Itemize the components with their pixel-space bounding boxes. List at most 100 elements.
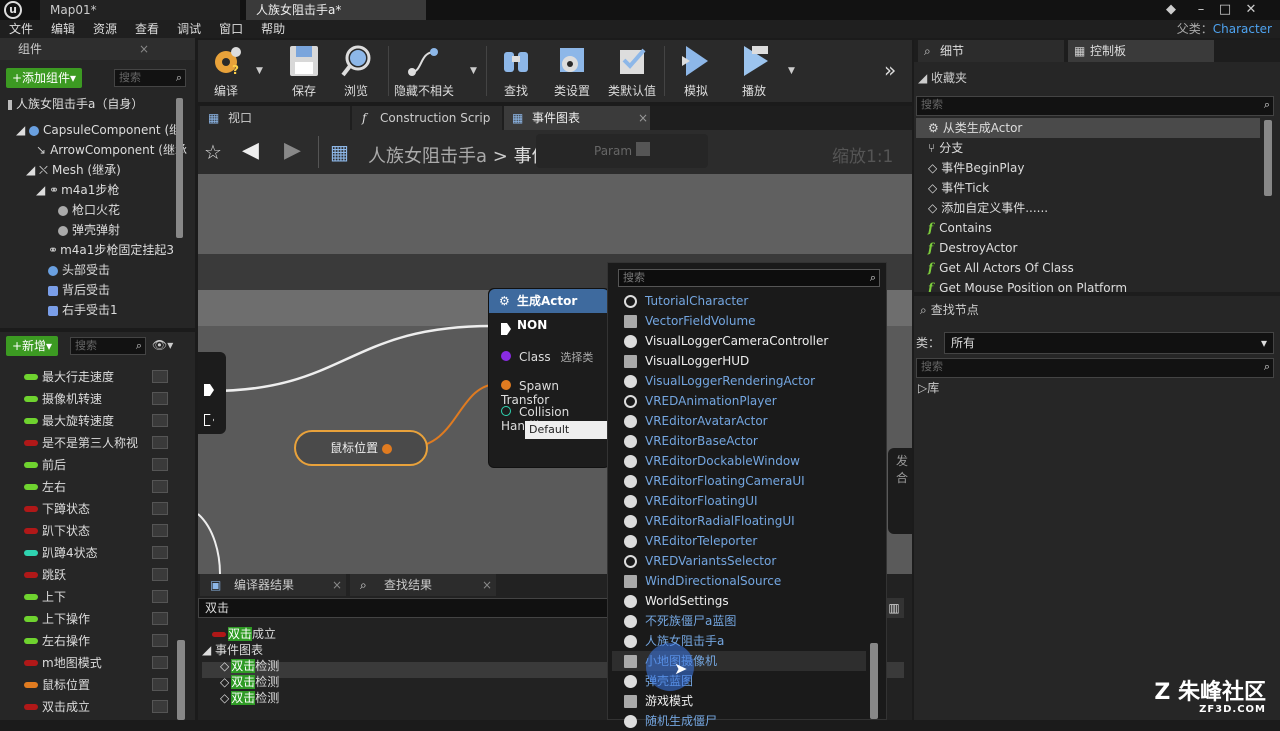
component-item[interactable]: 人族女阻击手a（自身） — [8, 94, 178, 114]
menu-asset[interactable]: 资源 — [84, 20, 126, 38]
menu-file[interactable]: 文件 — [0, 20, 42, 38]
save-button[interactable]: 保存 — [276, 40, 332, 102]
favorite-item[interactable]: ◇ 事件Tick — [928, 178, 989, 198]
variables-scrollbar[interactable] — [177, 640, 185, 720]
find-in-all-icon[interactable]: ▥ — [884, 598, 904, 618]
class-list-item[interactable]: VREditorTeleporter — [624, 531, 757, 551]
favorite-star-icon[interactable]: ☆ — [204, 140, 222, 164]
result-row[interactable]: ◢ 事件图表 — [202, 642, 263, 658]
visibility-eye-icon[interactable] — [152, 568, 168, 581]
visibility-eye-icon[interactable] — [152, 414, 168, 427]
result-row[interactable]: 双击成立 — [212, 626, 276, 642]
find-button[interactable]: 查找 — [488, 40, 544, 102]
visibility-eye-icon[interactable] — [152, 700, 168, 713]
class-list-item[interactable]: 游戏模式 — [624, 691, 693, 711]
favorites-search-input[interactable]: 搜索 ⌕ — [916, 96, 1274, 116]
variable-item[interactable]: m地图模式 — [0, 652, 176, 674]
component-item[interactable]: 弹壳弹射 — [8, 220, 178, 240]
menu-help[interactable]: 帮助 — [252, 20, 294, 38]
notification-icon[interactable]: ◆ — [1160, 0, 1182, 20]
visibility-eye-icon[interactable] — [152, 678, 168, 691]
library-node[interactable]: ▷库 — [918, 380, 939, 396]
favorite-item[interactable]: ⚙ 从类生成Actor — [928, 118, 1022, 138]
toolbar-overflow-icon[interactable]: » — [884, 58, 896, 82]
visibility-eye-icon[interactable] — [152, 524, 168, 537]
favorite-item[interactable]: f Get All Actors Of Class — [928, 258, 1074, 278]
close-tab-icon[interactable]: × — [638, 106, 648, 130]
variable-item[interactable]: 最大行走速度 — [0, 366, 176, 388]
class-list-item[interactable]: TutorialCharacter — [624, 291, 748, 311]
variable-item[interactable]: 是不是第三人称视 — [0, 432, 176, 454]
visibility-eye-icon[interactable] — [152, 612, 168, 625]
class-list-item[interactable]: VREditorDockableWindow — [624, 451, 800, 471]
variable-item[interactable]: 左右操作 — [0, 630, 176, 652]
class-pin[interactable]: Class 选择类 — [501, 349, 593, 365]
class-defaults-button[interactable]: 类默认值 — [604, 40, 660, 102]
variable-item[interactable]: 上下操作 — [0, 608, 176, 630]
spawn-transform-pin[interactable]: Spawn Transfor — [501, 379, 609, 407]
simulate-button[interactable]: 模拟 — [668, 40, 724, 102]
class-list-item[interactable]: VisualLoggerHUD — [624, 351, 749, 371]
exec-pin-icon[interactable] — [204, 384, 214, 396]
result-row[interactable]: ◇ 双击检测 — [220, 690, 279, 706]
variable-item[interactable]: 趴蹲4状态 — [0, 542, 176, 564]
component-item[interactable]: ◢ CapsuleComponent (继 — [8, 120, 181, 140]
visibility-eye-icon[interactable] — [152, 392, 168, 405]
panel-splitter[interactable] — [914, 292, 1280, 296]
favorite-item[interactable]: ◇ 事件BeginPlay — [928, 158, 1024, 178]
variable-item[interactable]: 鼠标位置 — [0, 674, 176, 696]
var-out-pin-icon[interactable] — [381, 443, 392, 454]
compile-dropdown-icon[interactable]: ▼ — [256, 66, 263, 76]
class-list-item[interactable]: WorldSettings — [624, 591, 729, 611]
component-item[interactable]: 背后受击 — [8, 280, 178, 300]
find-node-search-input[interactable]: 搜索 ⌕ — [916, 358, 1274, 378]
hide-unrelated-button[interactable]: 隐藏不相关 — [394, 40, 454, 102]
component-item[interactable]: 右手受击1 — [8, 300, 178, 320]
variable-item[interactable]: 双击成立 — [0, 696, 176, 718]
result-row[interactable]: ◇ 双击检测 — [220, 674, 279, 690]
components-search-input[interactable]: 搜索 ⌕ — [114, 69, 186, 87]
visibility-eye-icon[interactable] — [152, 436, 168, 449]
back-arrow-icon[interactable]: ◀ — [242, 138, 259, 163]
visibility-eye-icon[interactable] — [152, 546, 168, 559]
variable-item[interactable]: 左右 — [0, 476, 176, 498]
class-list-scrollbar[interactable] — [870, 643, 878, 719]
exec-in-pin-icon[interactable] — [501, 323, 511, 335]
class-picker-search-input[interactable]: 搜索 ⌕ — [618, 269, 880, 287]
compile-button[interactable]: ? 编译 — [198, 40, 254, 102]
component-item[interactable]: ◢ ⛌ Mesh (继承) — [8, 160, 178, 180]
menu-edit[interactable]: 编辑 — [42, 20, 84, 38]
favorite-item[interactable]: f DestroyActor — [928, 238, 1017, 258]
class-list-item[interactable]: VREditorAvatarActor — [624, 411, 768, 431]
category-dropdown[interactable]: 所有 ▾ — [944, 332, 1274, 354]
close-tab-icon[interactable]: × — [482, 574, 492, 596]
mouse-position-variable-node[interactable]: 鼠标位置 — [294, 430, 428, 466]
left-node[interactable] — [198, 352, 226, 434]
favorite-item[interactable]: ◇ 添加自定义事件...... — [928, 198, 1048, 218]
class-select[interactable]: 选择类 — [560, 351, 593, 364]
favorites-scrollbar[interactable] — [1264, 120, 1272, 196]
variables-search-input[interactable]: 搜索 ⌕ — [70, 337, 146, 355]
menu-debug[interactable]: 调试 — [168, 20, 210, 38]
class-list-item[interactable]: VisualLoggerRenderingActor — [624, 371, 815, 391]
visibility-eye-icon[interactable] — [152, 634, 168, 647]
tab-construction-script[interactable]: f Construction Scrip — [352, 106, 502, 130]
favorite-item[interactable]: ⑂ 分支 — [928, 138, 963, 158]
visibility-eye-icon[interactable] — [152, 458, 168, 471]
visibility-eye-icon[interactable] — [152, 590, 168, 603]
eye-icon[interactable]: 👁▾ — [152, 338, 173, 352]
favorite-item[interactable]: f Contains — [928, 218, 992, 238]
close-tab-icon[interactable]: × — [332, 574, 342, 596]
favorites-header[interactable]: ◢ 收藏夹 — [918, 68, 967, 88]
visibility-eye-icon[interactable] — [152, 480, 168, 493]
minimize-button[interactable]: – — [1190, 0, 1212, 20]
right-node[interactable]: 发 合 — [888, 448, 912, 534]
tab-compiler-results[interactable]: ▣ 编译器结果 × — [200, 574, 346, 596]
tab-event-graph[interactable]: ▦ 事件图表 × — [504, 106, 650, 130]
browse-button[interactable]: 浏览 — [328, 40, 384, 102]
class-list-item[interactable]: VREditorFloatingUI — [624, 491, 758, 511]
visibility-eye-icon[interactable] — [152, 370, 168, 383]
component-item[interactable]: 枪口火花 — [8, 200, 178, 220]
find-results-search-input[interactable]: 双击 — [198, 598, 608, 618]
tab-find-results[interactable]: ⌕ 查找结果 × — [350, 574, 496, 596]
